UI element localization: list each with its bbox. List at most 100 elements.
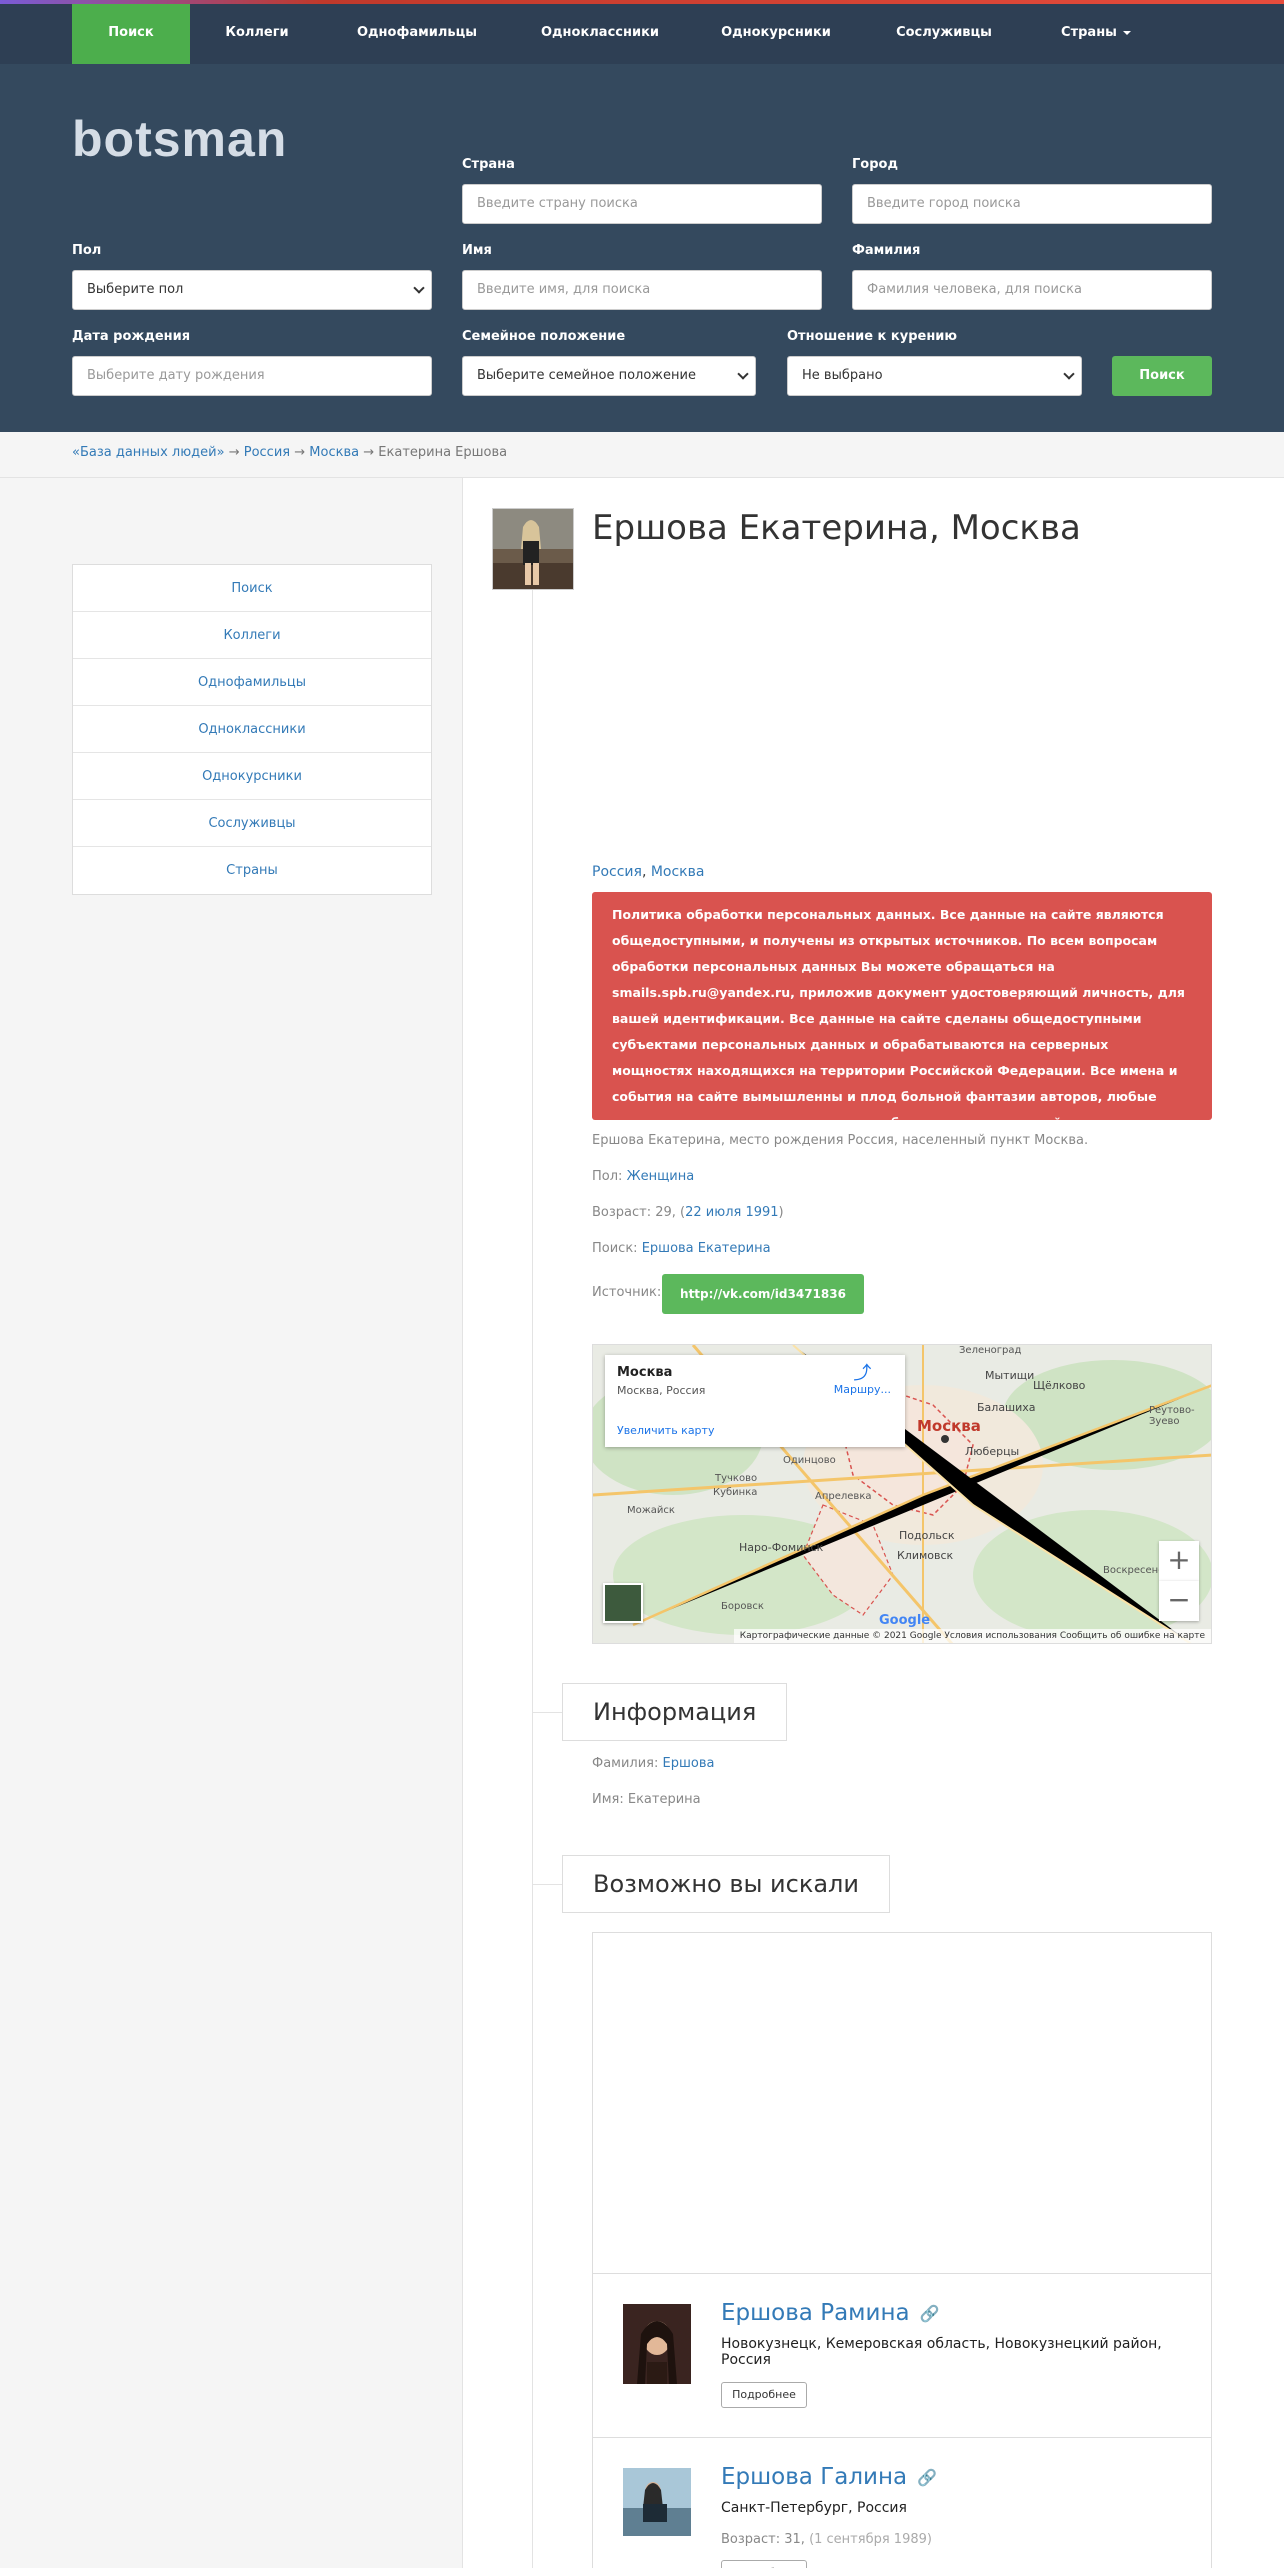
breadcrumb-sep: → [228, 445, 240, 460]
link-icon[interactable]: 🔗 [917, 2468, 937, 2487]
map-info-card: Москва Москва, Россия ⤴ Маршру... Увелич… [605, 1355, 905, 1447]
profile-location: Россия, Москва [592, 864, 705, 880]
related-place: Санкт-Петербург, Россия [721, 2500, 907, 2516]
related-section-title: Возможно вы искали [562, 1855, 890, 1913]
page-title: Ершова Екатерина, Москва [592, 508, 1081, 548]
breadcrumb: «База данных людей» → Россия → Москва → … [72, 432, 507, 474]
city-input[interactable]: Введите город поиска [852, 184, 1212, 224]
smoking-select[interactable]: Не выбрано [787, 356, 1082, 396]
breadcrumb-current: Екатерина Ершова [378, 445, 508, 460]
privacy-alert: Политика обработки персональных данных. … [592, 892, 1212, 1130]
related-name-row: Ершова Рамина 🔗 [721, 2300, 940, 2326]
city-label: Город [852, 157, 898, 172]
minus-icon: − [1167, 1583, 1191, 1616]
nav-fellow-soldiers[interactable]: Сослуживцы [872, 4, 1016, 64]
site-logo[interactable]: botsman [72, 110, 287, 168]
location-country-link[interactable]: Россия [592, 864, 642, 880]
surname-input[interactable]: Фамилия человека, для поиска [852, 270, 1212, 310]
breadcrumb-bar: «База данных людей» → Россия → Москва → … [0, 432, 1284, 478]
map-label-podolsk: Подольск [899, 1529, 955, 1542]
related-avatar[interactable] [623, 2304, 691, 2384]
country-input[interactable]: Введите страну поиска [462, 184, 822, 224]
related-avatar[interactable] [623, 2468, 691, 2536]
location-map[interactable]: Москва Зеленоград Мытищи Балашиха Щёлков… [592, 1344, 1212, 1644]
related-name-link[interactable]: Ершова Рамина [721, 2300, 910, 2326]
marital-label: Семейное положение [462, 329, 626, 344]
related-age: Возраст: 31, [721, 2532, 805, 2547]
gender-row: Пол: Женщина [592, 1169, 694, 1184]
map-label-naro-fominsk: Наро-Фоминск [739, 1541, 824, 1554]
smoking-label: Отношение к курению [787, 329, 958, 344]
search-button[interactable]: Поиск [1112, 356, 1212, 396]
breadcrumb-sep: → [363, 445, 375, 460]
birthdate-label: Дата рождения [72, 329, 191, 344]
sidebar-menu: Поиск Коллеги Однофамильцы Одноклассники… [72, 564, 432, 895]
name-label: Имя [462, 243, 492, 258]
directions-icon: ⤴ [853, 1363, 872, 1384]
zoom-out-button[interactable]: − [1159, 1581, 1199, 1621]
map-route-label: Маршру... [833, 1383, 891, 1396]
location-city-link[interactable]: Москва [651, 864, 705, 880]
birthplace-text: Ершова Екатерина, место рождения Россия,… [592, 1133, 1089, 1148]
google-logo: Google [879, 1613, 931, 1628]
sidebar-item-fellow-soldiers[interactable]: Сослуживцы [73, 800, 431, 847]
info-name-row: Имя: Екатерина [592, 1792, 701, 1807]
nav-search[interactable]: Поиск [72, 4, 190, 64]
birthdate-input[interactable]: Выберите дату рождения [72, 356, 432, 396]
age-row-close: ) [778, 1205, 784, 1220]
map-label-tuchkovo: Тучково [715, 1473, 758, 1484]
breadcrumb-root[interactable]: «База данных людей» [72, 445, 225, 460]
details-button[interactable]: Подробнее [721, 2560, 807, 2568]
satellite-toggle[interactable] [603, 1583, 643, 1623]
gender-link[interactable]: Женщина [627, 1169, 695, 1184]
sidebar-item-search[interactable]: Поиск [73, 565, 431, 612]
breadcrumb-city[interactable]: Москва [309, 445, 359, 460]
sidebar-item-coursemates[interactable]: Однокурсники [73, 753, 431, 800]
source-link-button[interactable]: http://vk.com/id3471836 [662, 1274, 864, 1314]
sidebar-item-countries[interactable]: Страны [73, 847, 431, 894]
top-navbar: Поиск Коллеги Однофамильцы Одноклассники… [0, 4, 1284, 64]
country-label: Страна [462, 157, 515, 172]
name-input[interactable]: Введите имя, для поиска [462, 270, 822, 310]
details-button[interactable]: Подробнее [721, 2382, 807, 2408]
nav-coursemates[interactable]: Однокурсники [706, 4, 846, 64]
gender-select[interactable]: Выберите пол [72, 270, 432, 310]
nav-countries-dropdown[interactable]: Страны [1040, 4, 1152, 64]
source-row-label: Источник: [592, 1285, 662, 1300]
birthdate-link[interactable]: 22 июля 1991 [685, 1205, 778, 1220]
surname-label: Фамилия [852, 243, 921, 258]
list-item: Ершова Галина 🔗 Санкт-Петербург, Россия В… [593, 2437, 1211, 2568]
sidebar-item-namesakes[interactable]: Однофамильцы [73, 659, 431, 706]
link-icon[interactable]: 🔗 [920, 2304, 940, 2323]
info-surname-row: Фамилия: Ершова [592, 1756, 714, 1771]
age-row-label: Возраст: 29, ( [592, 1205, 686, 1220]
map-label-balashikha: Балашиха [977, 1401, 1036, 1414]
map-label-orekhovo: Реутово-Зуево [1149, 1405, 1195, 1427]
caret-down-icon [1122, 30, 1131, 35]
nav-countries-label: Страны [1061, 25, 1117, 40]
timeline-tick [532, 1712, 562, 1713]
map-route-link[interactable]: ⤴ Маршру... [833, 1363, 891, 1397]
related-name-link[interactable]: Ершова Галина [721, 2464, 907, 2490]
profile-avatar[interactable] [492, 508, 574, 590]
search-name-link[interactable]: Ершова Екатерина [642, 1241, 771, 1256]
plus-icon: + [1167, 1543, 1191, 1576]
search-row: Поиск: Ершова Екатерина [592, 1241, 771, 1256]
nav-classmates[interactable]: Одноклассники [520, 4, 680, 64]
info-surname-link[interactable]: Ершова [663, 1756, 715, 1771]
map-enlarge-link[interactable]: Увеличить карту [617, 1424, 714, 1437]
map-footer[interactable]: Картографические данные © 2021 Google Ус… [733, 1629, 1211, 1643]
sidebar-item-colleagues[interactable]: Коллеги [73, 612, 431, 659]
zoom-in-button[interactable]: + [1159, 1541, 1199, 1581]
profile-photo-icon [493, 509, 573, 589]
timeline-line [532, 588, 533, 2568]
nav-colleagues[interactable]: Коллеги [196, 4, 318, 64]
related-place: Новокузнецк, Кемеровская область, Новоку… [721, 2336, 1162, 2368]
nav-namesakes[interactable]: Однофамильцы [340, 4, 494, 64]
info-section-title: Информация [562, 1683, 788, 1741]
marital-select[interactable]: Выберите семейное положение [462, 356, 756, 396]
map-label-shchyolkovo: Щёлково [1033, 1379, 1086, 1392]
breadcrumb-country[interactable]: Россия [244, 445, 290, 460]
sidebar-item-classmates[interactable]: Одноклассники [73, 706, 431, 753]
person-photo-icon [623, 2468, 691, 2536]
